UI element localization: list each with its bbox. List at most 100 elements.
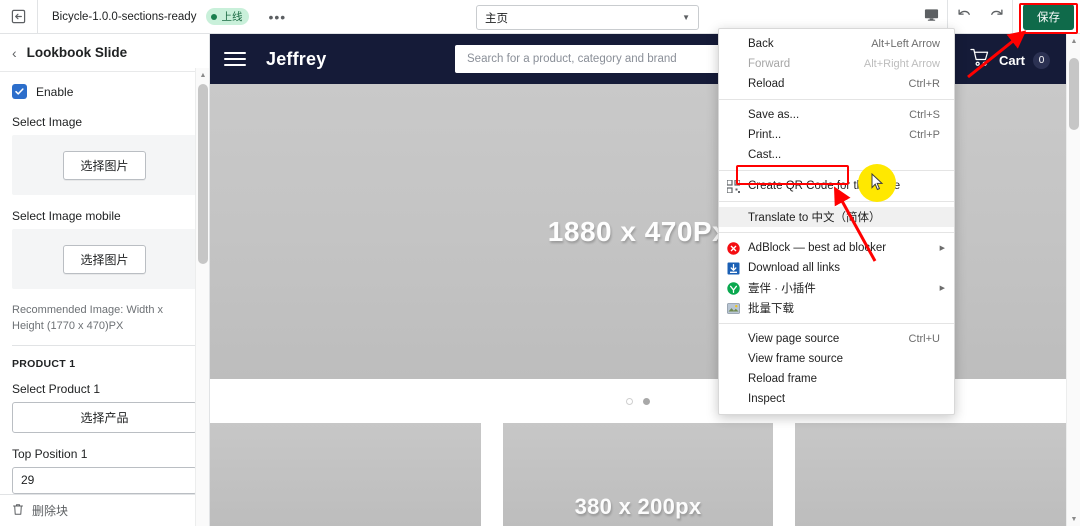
context-menu-item[interactable]: Save as... Ctrl+S — [719, 105, 954, 125]
context-menu-item-label: 批量下载 — [748, 303, 794, 315]
context-menu-item-label: Forward — [748, 58, 791, 70]
context-menu-item-label: Download all links — [748, 262, 841, 274]
more-options-button[interactable]: ••• — [263, 8, 291, 26]
cart-button[interactable]: Cart 0 — [970, 48, 1050, 72]
status-badge-label: 上线 — [221, 11, 243, 23]
select-image-mobile-label: Select Image mobile — [12, 209, 121, 223]
context-menu-item-label: AdBlock — best ad blocker — [748, 242, 887, 254]
desktop-preview-icon — [924, 7, 939, 27]
context-menu-separator — [719, 232, 954, 233]
hamburger-menu-icon[interactable] — [224, 52, 246, 66]
top-position-label: Top Position 1 — [12, 446, 88, 461]
select-product-button[interactable]: 选择产品 — [12, 401, 197, 433]
sidebar-scroll-up-icon[interactable]: ▲ — [196, 68, 209, 82]
undo-icon — [956, 6, 973, 28]
preview-scroll-down-icon[interactable]: ▼ — [1067, 512, 1080, 526]
select-product-label: Select Product 1 — [12, 381, 101, 396]
preview-scrollbar-thumb[interactable] — [1069, 58, 1079, 130]
context-menu-item-shortcut: Alt+Left Arrow — [871, 38, 940, 50]
promo-card-2[interactable]: 380 x 200px — [502, 423, 774, 526]
context-menu-item-shortcut: Ctrl+P — [909, 129, 940, 141]
context-menu-item[interactable]: Download all links — [719, 258, 954, 278]
context-menu-item-label: Back — [748, 38, 774, 50]
theme-name: Bicycle-1.0.0-sections-ready — [52, 10, 197, 23]
select-image-dropzone: 选择图片 — [12, 135, 197, 195]
redo-button[interactable] — [980, 0, 1012, 33]
cart-label: Cart — [998, 52, 1025, 68]
context-menu-item: Forward Alt+Right Arrow — [719, 54, 954, 74]
context-menu-item[interactable]: View page source Ctrl+U — [719, 329, 954, 349]
promo-card-2-text: 380 x 200px — [574, 494, 702, 519]
submenu-chevron-icon: ▶ — [939, 245, 945, 252]
adblock-icon — [719, 241, 748, 255]
context-menu-item-label: 壹伴 · 小插件 — [748, 283, 816, 295]
context-menu-item[interactable]: Print... Ctrl+P — [719, 125, 954, 145]
save-button[interactable]: 保存 — [1023, 3, 1074, 30]
exit-editor-icon — [11, 9, 26, 24]
sidebar-header: ‹ Lookbook Slide — [0, 34, 209, 72]
promo-card-3[interactable] — [795, 423, 1066, 526]
yiban-icon — [719, 281, 748, 295]
context-menu-item[interactable]: Reload frame — [719, 369, 954, 389]
enable-checkbox[interactable] — [12, 84, 27, 99]
batch-download-icon — [719, 302, 748, 315]
delete-block-label: 删除块 — [32, 504, 69, 518]
status-dot-icon — [211, 13, 218, 20]
context-menu-item[interactable]: Translate to 中文（简体） — [719, 207, 954, 227]
trash-icon — [12, 503, 24, 519]
chevron-down-icon: ▼ — [682, 13, 690, 22]
carousel-dot-1[interactable] — [626, 397, 633, 405]
submenu-chevron-icon: ▶ — [939, 285, 945, 292]
enable-label: Enable — [36, 84, 74, 99]
exit-editor-button[interactable] — [0, 0, 38, 33]
context-menu-item[interactable]: View frame source — [719, 349, 954, 369]
context-menu-item-shortcut: Ctrl+U — [908, 333, 940, 345]
store-brand: Jeffrey — [266, 48, 327, 69]
context-menu-item-label: Reload frame — [748, 373, 818, 385]
select-image-button[interactable]: 选择图片 — [63, 150, 146, 180]
context-menu-item[interactable]: 壹伴 · 小插件 ▶ — [719, 278, 954, 298]
context-menu-item-label: Save as... — [748, 109, 800, 121]
context-menu-item[interactable]: Reload Ctrl+R — [719, 74, 954, 94]
context-menu-item-shortcut: Alt+Right Arrow — [863, 58, 940, 70]
status-badge: 上线 — [206, 8, 250, 25]
store-search-placeholder: Search for a product, category and brand — [467, 53, 677, 65]
context-menu-item-label: Translate to 中文（简体） — [748, 212, 881, 224]
save-button-wrapper: 保存 — [1013, 2, 1080, 34]
select-image-mobile-button[interactable]: 选择图片 — [63, 244, 146, 274]
context-menu-item-label: Print... — [748, 129, 782, 141]
back-chevron-icon[interactable]: ‹ — [12, 45, 17, 61]
product-section-title: PRODUCT 1 — [12, 357, 76, 370]
context-menu-item-label: Reload — [748, 78, 785, 90]
top-position-input[interactable] — [12, 466, 197, 494]
hero-placeholder-text: 1880 x 470Px — [547, 215, 729, 247]
browser-context-menu[interactable]: Back Alt+Left Arrow Forward Alt+Right Arrow… — [718, 28, 955, 415]
context-menu-item[interactable]: AdBlock — best ad blocker ▶ — [719, 238, 954, 258]
context-menu-item[interactable]: Create QR Code for this page — [719, 176, 954, 196]
context-menu-item[interactable]: Back Alt+Left Arrow — [719, 34, 954, 54]
sidebar-scrollbar-thumb[interactable] — [198, 84, 208, 264]
shopping-cart-icon — [970, 48, 991, 72]
download-links-icon — [719, 262, 748, 275]
context-menu-item-label: View page source — [748, 333, 840, 345]
cart-count-badge: 0 — [1033, 51, 1050, 69]
carousel-dot-2[interactable] — [643, 397, 650, 405]
sidebar-body: Enable Select Image 选择图片 Select Image mo… — [0, 72, 209, 526]
select-image-label: Select Image — [12, 115, 83, 129]
page-select[interactable]: 主页 ▼ — [476, 5, 699, 30]
context-menu-item-shortcut: Ctrl+R — [908, 78, 940, 90]
select-image-mobile-dropzone: 选择图片 — [12, 229, 197, 289]
context-menu-separator — [719, 323, 954, 324]
page-select-value: 主页 — [485, 12, 508, 25]
sidebar-divider — [12, 344, 197, 346]
preview-scroll-up-icon[interactable]: ▲ — [1067, 34, 1080, 48]
context-menu-item[interactable]: 批量下载 — [719, 298, 954, 318]
enable-row: Enable — [12, 84, 197, 99]
preview-scrollbar[interactable]: ▲ ▼ — [1066, 34, 1080, 526]
sidebar-scrollbar[interactable]: ▲ ▼ — [195, 68, 209, 526]
redo-icon — [988, 6, 1005, 28]
context-menu-item[interactable]: Cast... — [719, 145, 954, 165]
promo-card-1[interactable] — [210, 423, 481, 526]
context-menu-item[interactable]: Inspect — [719, 389, 954, 409]
delete-block-button[interactable]: 删除块 — [0, 494, 209, 526]
